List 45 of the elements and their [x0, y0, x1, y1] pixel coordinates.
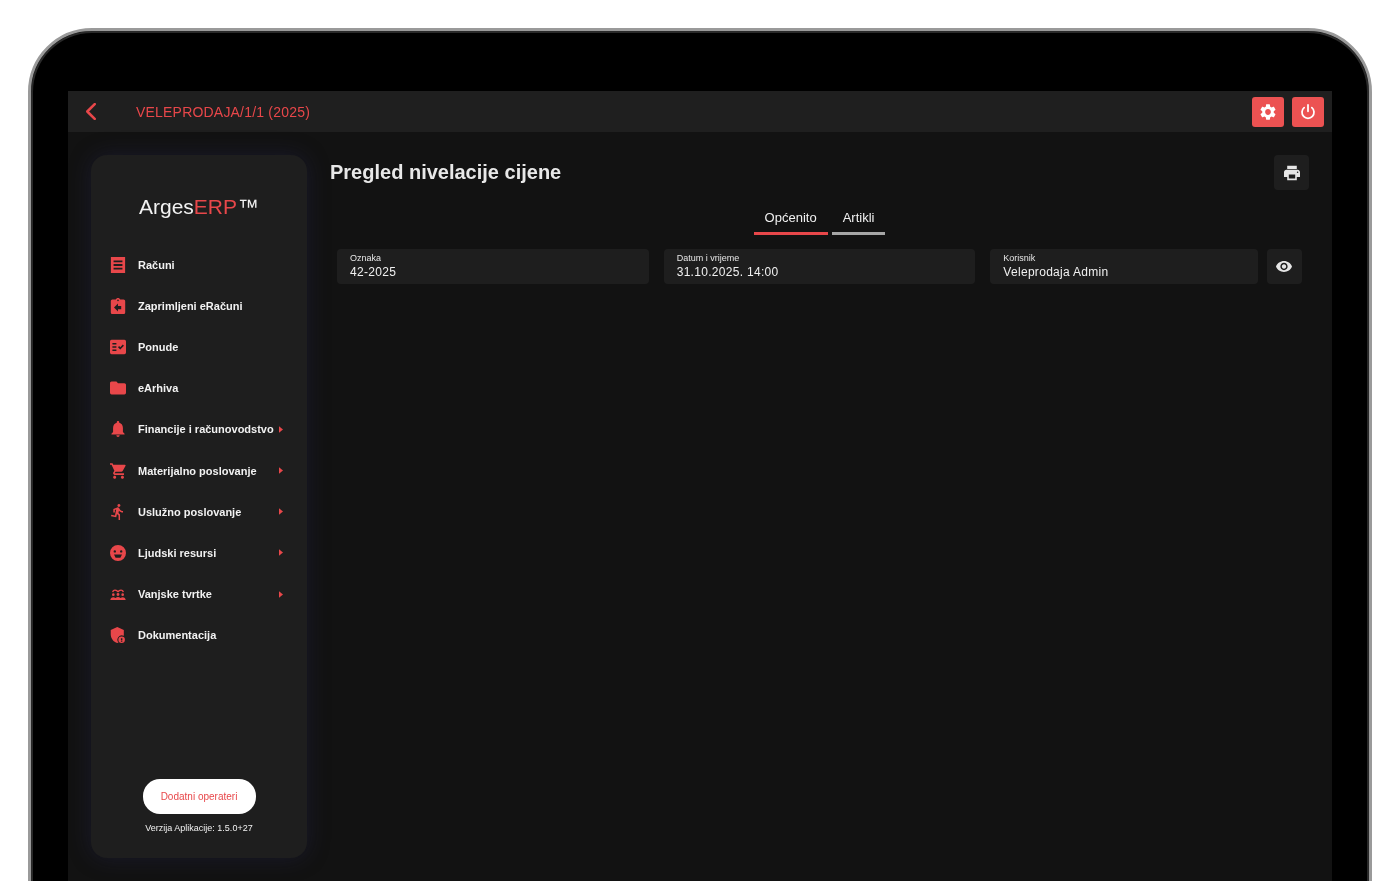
menu-item[interactable]: Materijalno poslovanje [110, 449, 283, 492]
face-icon [110, 544, 126, 561]
field-label: Datum i vrijeme [676, 252, 740, 264]
eye-icon [1276, 261, 1293, 272]
menu-item[interactable]: Ljudski resursi [110, 532, 283, 574]
window-title: VELEPRODAJA/1/1 (2025) [136, 103, 311, 120]
menu-item[interactable]: Dokumentacija [110, 614, 283, 656]
extra-operators-button[interactable]: Dodatni operateri [142, 779, 256, 814]
field-value: Veleprodaja Admin [1003, 264, 1109, 280]
power-icon [1300, 104, 1316, 120]
cart-icon [110, 462, 126, 479]
view-button[interactable] [1267, 249, 1302, 284]
people-group-icon [110, 586, 126, 603]
document-lines-icon [110, 256, 126, 273]
print-button[interactable] [1274, 155, 1309, 190]
menu-item[interactable]: Zaprimljeni eRačuni [110, 285, 283, 327]
settings-button[interactable] [1252, 97, 1284, 127]
power-button[interactable] [1292, 97, 1324, 127]
menu-item[interactable]: Financije i računovodstvo [110, 408, 283, 450]
menu-item[interactable]: eArhiva [110, 367, 283, 409]
menu-item[interactable]: Uslužno poslovanje [110, 491, 283, 533]
text-field[interactable]: Oznaka 42-2025 [337, 249, 649, 284]
app-logo: ArgesERP™ [138, 195, 259, 219]
menu-item[interactable]: Ponude [110, 326, 283, 368]
page-title: Pregled nivelacije cijene [330, 161, 562, 184]
tab[interactable]: Artikli [831, 204, 886, 235]
menu-item[interactable]: Vanjske tvrtke [110, 573, 283, 615]
shield-badge-icon [110, 627, 126, 644]
running-person-icon [110, 503, 126, 520]
settings-icon [1260, 104, 1276, 120]
menu-item[interactable]: Računi [110, 244, 283, 286]
field-label: Oznaka [350, 252, 382, 264]
field-value: 31.10.2025. 14:00 [676, 264, 779, 280]
checklist-icon [110, 338, 126, 355]
text-field[interactable]: Korisnik Veleprodaja Admin [990, 249, 1258, 284]
field-label: Korisnik [1003, 252, 1036, 264]
app-version: Verzija Aplikacije: 1.5.0+27 [145, 822, 253, 834]
printer-icon [1283, 164, 1300, 181]
text-field[interactable]: Datum i vrijeme 31.10.2025. 14:00 [663, 249, 976, 284]
field-value: 42-2025 [350, 264, 397, 280]
bell-icon [110, 421, 126, 438]
clipboard-arrow-icon [110, 297, 126, 314]
chevron-left-icon [86, 103, 96, 120]
folder-icon [110, 380, 126, 397]
tab[interactable]: Općenito [753, 204, 828, 235]
